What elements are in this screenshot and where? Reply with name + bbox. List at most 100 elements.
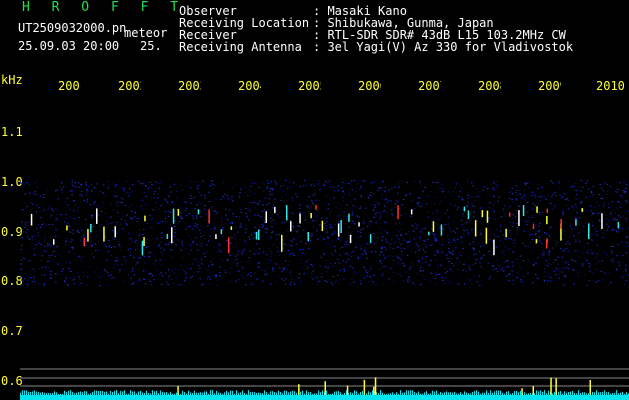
noise-dot xyxy=(456,208,459,210)
meteor-echo xyxy=(274,206,276,213)
noise-dot xyxy=(51,241,53,243)
noise-dot xyxy=(224,209,227,210)
noise-dot xyxy=(494,218,496,220)
noise-dot xyxy=(199,268,201,269)
baseline-spike xyxy=(480,393,481,395)
noise-dot xyxy=(302,212,304,214)
noise-dot xyxy=(420,284,422,286)
meteor-echo xyxy=(428,231,430,236)
noise-dot xyxy=(425,256,428,257)
noise-dot xyxy=(232,236,234,238)
noise-dot xyxy=(371,182,374,183)
noise-dot xyxy=(538,212,541,213)
noise-dot xyxy=(79,260,81,262)
noise-dot xyxy=(480,234,483,236)
baseline-spike xyxy=(210,390,211,395)
baseline-spike xyxy=(88,393,89,395)
noise-dot xyxy=(65,277,67,279)
noise-dot xyxy=(279,267,281,269)
noise-dot xyxy=(510,191,512,192)
noise-dot xyxy=(238,197,241,199)
noise-dot xyxy=(343,270,345,272)
baseline-spike xyxy=(554,391,555,395)
noise-dot xyxy=(595,268,598,270)
noise-dot xyxy=(578,250,581,252)
noise-dot xyxy=(559,195,561,196)
baseline-spike xyxy=(198,392,199,395)
noise-dot xyxy=(608,207,610,209)
noise-dot xyxy=(517,226,519,228)
noise-dot xyxy=(47,260,49,262)
noise-dot xyxy=(80,195,83,197)
noise-dot xyxy=(185,201,187,203)
noise-dot xyxy=(34,281,36,283)
baseline-spike xyxy=(598,392,599,395)
value-readout: 25. xyxy=(140,39,162,53)
noise-dot xyxy=(453,238,455,240)
noise-dot xyxy=(459,191,461,193)
noise-dot xyxy=(134,241,136,243)
noise-dot xyxy=(115,277,117,279)
amplitude-spike xyxy=(550,377,552,395)
noise-dot xyxy=(275,281,277,283)
noise-dot xyxy=(406,254,409,256)
meteor-echo xyxy=(581,208,583,212)
noise-dot xyxy=(352,267,354,269)
noise-dot xyxy=(460,236,462,238)
noise-dot xyxy=(87,266,89,267)
noise-dot xyxy=(599,221,601,222)
noise-dot xyxy=(371,283,373,285)
noise-dot xyxy=(145,269,148,271)
noise-dot xyxy=(333,197,335,199)
noise-dot xyxy=(159,221,161,223)
noise-dot xyxy=(73,210,75,212)
noise-dot xyxy=(320,256,323,258)
noise-dot xyxy=(399,207,401,209)
noise-dot xyxy=(258,228,260,230)
noise-dot xyxy=(155,201,158,203)
noise-dot xyxy=(411,224,413,226)
noise-dot xyxy=(82,234,85,236)
noise-dot xyxy=(162,253,164,255)
noise-dot xyxy=(330,187,332,188)
noise-dot xyxy=(91,190,93,192)
noise-dot xyxy=(136,221,139,223)
noise-dot xyxy=(418,197,421,199)
noise-dot xyxy=(483,236,485,238)
noise-dot xyxy=(414,284,416,286)
meteor-echo xyxy=(535,239,538,244)
noise-dot xyxy=(555,194,557,196)
baseline-spike xyxy=(50,393,51,395)
noise-dot xyxy=(39,217,42,218)
noise-dot xyxy=(427,212,429,214)
baseline-spike xyxy=(596,390,597,395)
noise-dot xyxy=(282,190,284,192)
noise-dot xyxy=(439,187,441,189)
baseline-spike xyxy=(580,393,581,395)
baseline-spike xyxy=(84,391,85,395)
noise-dot xyxy=(337,238,340,239)
noise-dot xyxy=(130,217,132,219)
baseline-spike xyxy=(216,390,217,395)
noise-dot xyxy=(578,217,580,219)
noise-dot xyxy=(561,271,563,273)
noise-dot xyxy=(526,211,529,213)
meteor-echo xyxy=(463,206,466,212)
noise-dot xyxy=(370,265,372,267)
noise-dot xyxy=(49,205,52,207)
noise-dot xyxy=(385,198,387,200)
noise-dot xyxy=(377,237,379,239)
noise-dot xyxy=(287,187,289,189)
noise-dot xyxy=(64,221,66,223)
noise-dot xyxy=(516,277,518,279)
meteor-echo xyxy=(588,223,590,240)
noise-dot xyxy=(122,198,124,200)
noise-dot xyxy=(366,258,368,259)
noise-dot xyxy=(416,202,418,204)
noise-dot xyxy=(415,222,417,224)
noise-dot xyxy=(622,195,624,197)
noise-dot xyxy=(416,244,418,246)
noise-dot xyxy=(410,263,412,265)
noise-dot xyxy=(346,236,349,238)
noise-dot xyxy=(199,210,201,211)
